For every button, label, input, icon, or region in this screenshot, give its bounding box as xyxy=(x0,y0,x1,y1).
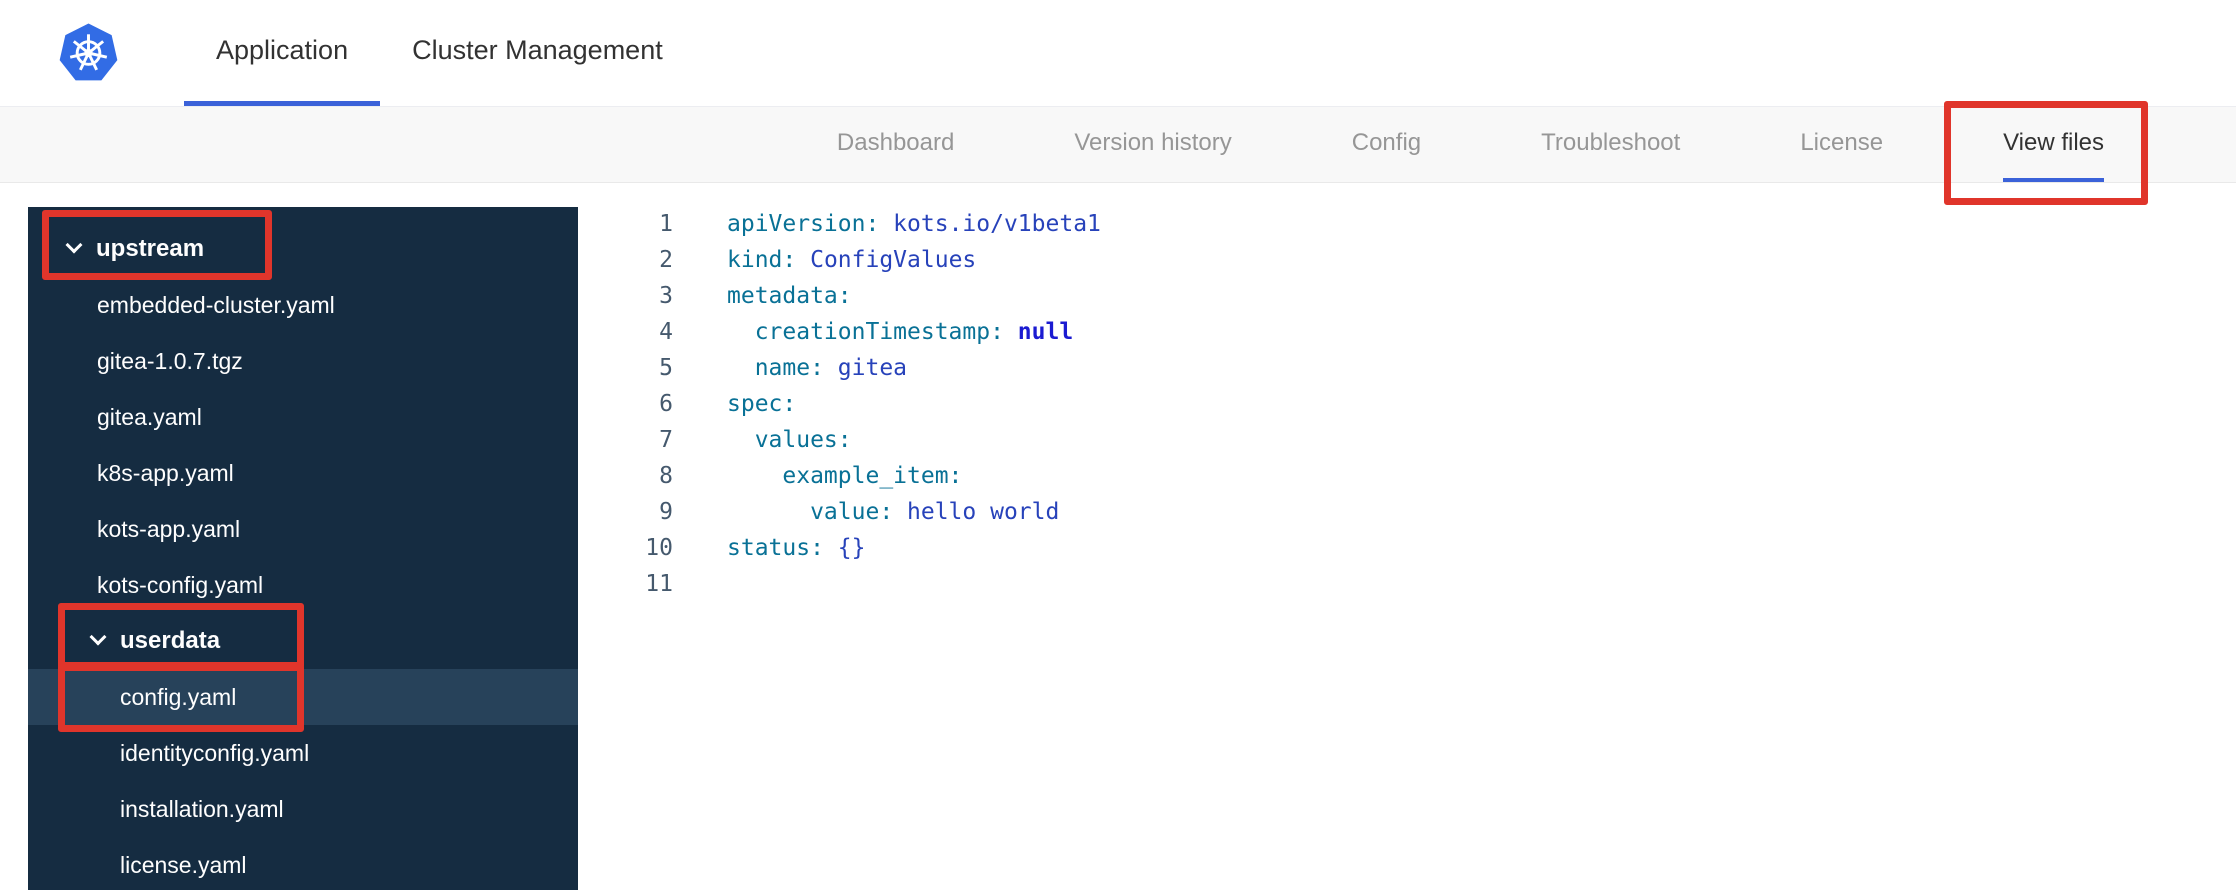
tree-item-gitea-yaml[interactable]: gitea.yaml xyxy=(28,389,578,445)
tree-item-kots-config-yaml[interactable]: kots-config.yaml xyxy=(28,557,578,613)
token-key: metadata: xyxy=(727,283,852,309)
code-text: apiVersion: kots.io/v1beta1 xyxy=(727,206,1101,242)
chevron-down-icon xyxy=(65,236,83,254)
token-value: {} xyxy=(823,535,866,561)
code-text: metadata: xyxy=(727,278,852,314)
tree-item-config-yaml[interactable]: config.yaml xyxy=(28,669,578,725)
tab-cluster-management[interactable]: Cluster Management xyxy=(380,0,695,106)
token-key: value: xyxy=(727,499,894,525)
chevron-down-icon xyxy=(89,628,107,646)
token-key: status: xyxy=(727,535,824,561)
code-line: 2 kind: ConfigValues xyxy=(578,242,2236,278)
code-text: kind: ConfigValues xyxy=(727,242,976,278)
token-value: ConfigValues xyxy=(796,247,977,273)
tree-item-identityconfig-yaml[interactable]: identityconfig.yaml xyxy=(28,725,578,781)
top-bar: Application Cluster Management xyxy=(0,0,2236,107)
tree-item-license-yaml[interactable]: license.yaml xyxy=(28,837,578,890)
primary-tabs: Application Cluster Management xyxy=(184,0,695,106)
nav-tab-version-history[interactable]: Version history xyxy=(1074,107,1231,182)
code-text: creationTimestamp: null xyxy=(727,314,1074,350)
code-text: spec: xyxy=(727,386,796,422)
tree-item-label: installation.yaml xyxy=(120,795,284,822)
tree-item-label: embedded-cluster.yaml xyxy=(97,291,335,318)
tree-item-label: kots-config.yaml xyxy=(97,571,264,598)
code-line: 1 apiVersion: kots.io/v1beta1 xyxy=(578,206,2236,242)
line-number: 1 xyxy=(659,211,673,237)
code-line: 4 creationTimestamp: null xyxy=(578,314,2236,350)
code-line: 10 status: {} xyxy=(578,530,2236,566)
tree-item-label: gitea.yaml xyxy=(97,403,202,430)
tree-item-label: gitea-1.0.7.tgz xyxy=(97,347,243,374)
nav-tab-dashboard[interactable]: Dashboard xyxy=(837,107,954,182)
token-key: kind: xyxy=(727,247,797,273)
line-number: 7 xyxy=(659,427,673,453)
nav-tab-license[interactable]: License xyxy=(1800,107,1883,182)
code-text: example_item: xyxy=(727,458,962,494)
token-key: values: xyxy=(727,427,852,453)
tree-item-k8s-app-yaml[interactable]: k8s-app.yaml xyxy=(28,445,578,501)
token-key: name: xyxy=(727,355,824,381)
token-value: hello world xyxy=(893,499,1060,525)
tree-item-embedded-cluster-yaml[interactable]: embedded-cluster.yaml xyxy=(28,277,578,333)
code-text: name: gitea xyxy=(727,350,907,386)
code-line: 11 xyxy=(578,566,2236,602)
code-text: status: {} xyxy=(727,530,865,566)
token-keyword: null xyxy=(1003,319,1074,345)
line-number: 5 xyxy=(659,355,673,381)
nav-tab-config[interactable]: Config xyxy=(1352,107,1421,182)
tree-item-label: identityconfig.yaml xyxy=(120,739,310,766)
code-text: values: xyxy=(727,422,852,458)
line-number: 11 xyxy=(645,571,673,597)
tree-item-kots-app-yaml[interactable]: kots-app.yaml xyxy=(28,501,578,557)
code-line: 3 metadata: xyxy=(578,278,2236,314)
nav-tab-troubleshoot[interactable]: Troubleshoot xyxy=(1541,107,1680,182)
code-text: value: hello world xyxy=(727,494,1059,530)
line-number: 10 xyxy=(645,535,673,561)
token-key: apiVersion: xyxy=(727,211,880,237)
tree-item-label: kots-app.yaml xyxy=(97,515,241,542)
code-line: 6 spec: xyxy=(578,386,2236,422)
token-key: spec: xyxy=(727,391,797,417)
token-key: creationTimestamp: xyxy=(727,319,1004,345)
secondary-nav: Dashboard Version history Config Troublesho… xyxy=(0,107,2236,183)
token-key: example_item: xyxy=(727,463,963,489)
line-number: 6 xyxy=(659,391,673,417)
line-number: 9 xyxy=(659,499,673,525)
tree-item-installation-yaml[interactable]: installation.yaml xyxy=(28,781,578,837)
token-value: kots.io/v1beta1 xyxy=(879,211,1101,237)
file-tree: upstream embedded-cluster.yaml gitea-1.0.7… xyxy=(28,207,578,890)
line-number: 2 xyxy=(659,247,673,273)
tab-application[interactable]: Application xyxy=(184,0,381,106)
tree-item-userdata[interactable]: userdata xyxy=(28,613,578,669)
tree-item-label: userdata xyxy=(120,627,221,654)
token-value: gitea xyxy=(823,355,908,381)
file-viewer: 1 apiVersion: kots.io/v1beta1 2 kind: Confi… xyxy=(578,183,2236,890)
tree-item-label: config.yaml xyxy=(120,683,237,710)
tree-item-label: license.yaml xyxy=(120,851,247,878)
line-number: 3 xyxy=(659,283,673,309)
tree-item-label: k8s-app.yaml xyxy=(97,459,234,486)
nav-tab-view-files[interactable]: View files xyxy=(2003,107,2104,182)
tree-item-gitea-1-0-7-tgz[interactable]: gitea-1.0.7.tgz xyxy=(28,333,578,389)
code-line: 5 name: gitea xyxy=(578,350,2236,386)
code-line: 7 values: xyxy=(578,422,2236,458)
kubernetes-logo-icon xyxy=(59,23,118,81)
code-lines: 1 apiVersion: kots.io/v1beta1 2 kind: Confi… xyxy=(578,206,2236,602)
code-line: 8 example_item: xyxy=(578,458,2236,494)
tree-item-label: upstream xyxy=(96,235,205,262)
line-number: 8 xyxy=(659,463,673,489)
tree-item-upstream[interactable]: upstream xyxy=(28,221,578,277)
code-line: 9 value: hello world xyxy=(578,494,2236,530)
kubernetes-logo xyxy=(0,0,184,106)
line-number: 4 xyxy=(659,319,673,345)
